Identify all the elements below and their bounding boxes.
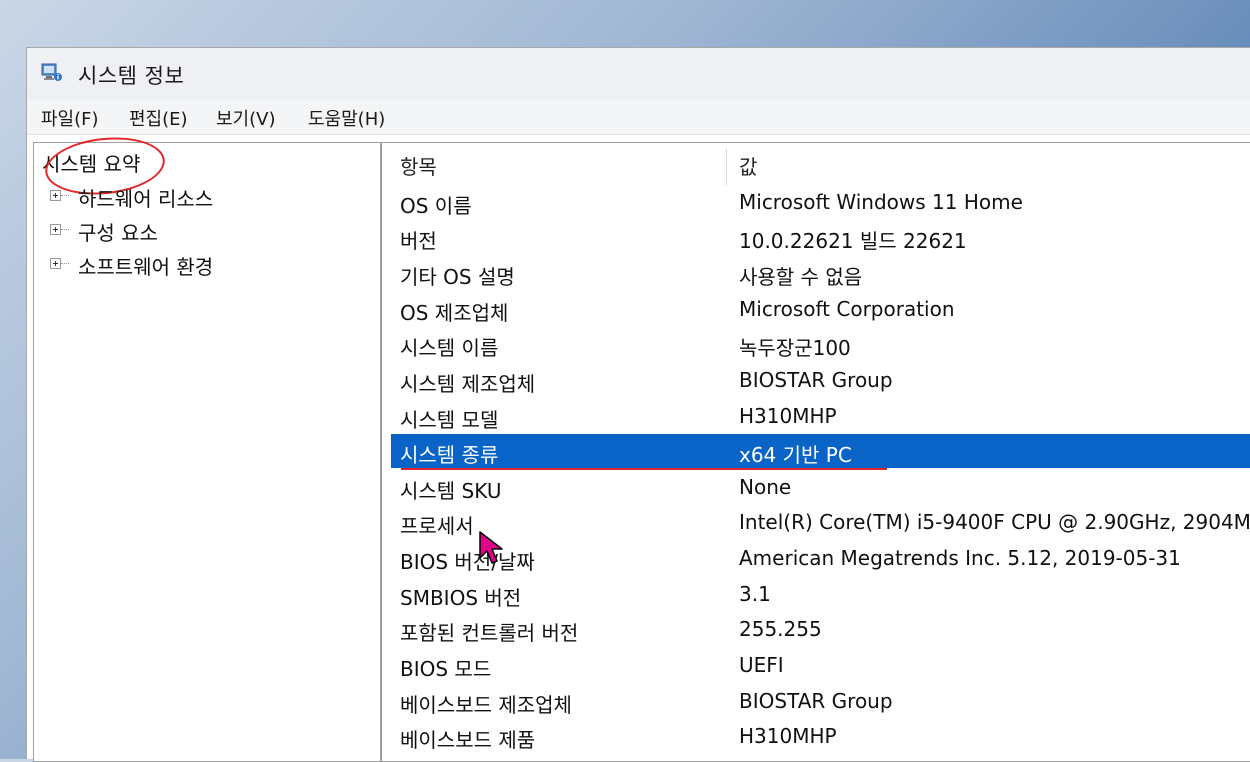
row-value: BIOSTAR Group xyxy=(739,689,893,713)
menu-edit[interactable]: 편집(E) xyxy=(125,105,192,131)
system-info-app-icon xyxy=(41,63,62,81)
title-bar[interactable]: 시스템 정보 xyxy=(27,48,1250,100)
row-key: 시스템 종류 xyxy=(400,443,499,467)
menu-view[interactable]: 보기(V) xyxy=(212,105,279,131)
row-value: 255.255 xyxy=(739,617,822,641)
row-key: OS 제조업체 xyxy=(400,301,509,325)
row-value: 녹두장군100 xyxy=(739,336,851,360)
row-value: Microsoft Corporation xyxy=(739,297,955,321)
table-row[interactable]: OS 제조업체 Microsoft Corporation xyxy=(391,292,1250,326)
column-separator[interactable] xyxy=(726,149,727,185)
details-list: 항목 값 OS 이름 Microsoft Windows 11 Home 버전 … xyxy=(381,142,1250,762)
row-value: H310MHP xyxy=(739,404,837,428)
list-header: 항목 값 xyxy=(382,143,1250,185)
row-key: 시스템 제조업체 xyxy=(400,372,536,396)
column-header-item[interactable]: 항목 xyxy=(400,151,437,180)
expander-plus-icon[interactable] xyxy=(50,190,61,201)
row-value: None xyxy=(739,475,792,499)
tree-connector xyxy=(61,195,69,196)
row-key: SMBIOS 버전 xyxy=(400,586,522,610)
row-key: 시스템 이름 xyxy=(400,336,499,360)
table-row[interactable]: 버전 10.0.22621 빌드 22621 xyxy=(391,220,1250,254)
expander-plus-icon[interactable] xyxy=(50,258,61,269)
tree-connector xyxy=(61,263,69,264)
menu-help[interactable]: 도움말(H) xyxy=(304,105,389,131)
category-tree: 시스템 요약 하드웨어 리소스 구성 요소 소프트웨어 환경 xyxy=(33,131,381,762)
tree-item-label: 소프트웨어 환경 xyxy=(78,255,214,279)
row-key: 포함된 컨트롤러 버전 xyxy=(400,621,579,645)
row-value: x64 기반 PC xyxy=(739,443,852,467)
row-key: 베이스보드 제품 xyxy=(400,728,536,752)
table-row[interactable]: SMBIOS 버전 3.1 xyxy=(391,577,1250,611)
menu-file[interactable]: 파일(F) xyxy=(37,105,103,131)
table-row[interactable]: 시스템 제조업체 BIOSTAR Group xyxy=(391,363,1250,397)
table-row[interactable]: 베이스보드 제조업체 BIOSTAR Group xyxy=(391,684,1250,718)
row-value: UEFI xyxy=(739,653,784,677)
row-key: 시스템 SKU xyxy=(400,479,502,503)
row-value: 3.1 xyxy=(739,582,771,606)
table-row[interactable]: 베이스보드 제품 H310MHP xyxy=(391,719,1250,753)
table-row[interactable]: BIOS 모드 UEFI xyxy=(391,648,1250,682)
row-value: BIOSTAR Group xyxy=(739,368,893,392)
menu-bar: 파일(F) 편집(E) 보기(V) 도움말(H) xyxy=(27,100,1250,135)
table-row[interactable]: 기타 OS 설명 사용할 수 없음 xyxy=(391,256,1250,290)
column-header-value[interactable]: 값 xyxy=(739,151,757,180)
row-key: 기타 OS 설명 xyxy=(400,265,515,289)
row-key: BIOS 버전/날짜 xyxy=(400,550,535,574)
row-key: OS 이름 xyxy=(400,194,472,218)
row-key: 버전 xyxy=(400,229,437,253)
table-row[interactable]: 시스템 이름 녹두장군100 xyxy=(391,327,1250,361)
tree-item-label: 하드웨어 리소스 xyxy=(78,187,214,211)
row-value: H310MHP xyxy=(739,724,837,748)
table-row[interactable]: 프로세서 Intel(R) Core(TM) i5-9400F CPU @ 2.… xyxy=(391,505,1250,539)
row-key: 프로세서 xyxy=(400,514,474,538)
table-row[interactable]: 포함된 컨트롤러 버전 255.255 xyxy=(391,612,1250,646)
tree-connector xyxy=(61,229,69,230)
table-row-selected[interactable]: 시스템 종류 x64 기반 PC xyxy=(391,434,1250,470)
table-row[interactable]: 시스템 모델 H310MHP xyxy=(391,399,1250,433)
tree-item-label: 구성 요소 xyxy=(78,221,158,245)
row-value: Microsoft Windows 11 Home xyxy=(739,190,1023,214)
table-row[interactable]: OS 이름 Microsoft Windows 11 Home xyxy=(391,185,1250,219)
row-key: 베이스보드 제조업체 xyxy=(400,693,572,717)
mouse-cursor-icon xyxy=(479,531,503,564)
table-row[interactable]: BIOS 버전/날짜 American Megatrends Inc. 5.12… xyxy=(391,541,1250,575)
row-key: BIOS 모드 xyxy=(400,657,492,681)
tree-item-system-summary[interactable]: 시스템 요약 xyxy=(42,131,168,201)
expander-plus-icon[interactable] xyxy=(50,224,61,235)
system-info-window: 시스템 정보 파일(F) 편집(E) 보기(V) 도움말(H) 시스템 요약 하… xyxy=(26,47,1250,762)
row-key: 시스템 모델 xyxy=(400,408,499,432)
row-value: American Megatrends Inc. 5.12, 2019-05-3… xyxy=(739,546,1181,570)
window-title: 시스템 정보 xyxy=(78,64,185,88)
table-row[interactable]: 시스템 SKU None xyxy=(391,470,1250,504)
row-value: 10.0.22621 빌드 22621 xyxy=(739,229,967,253)
row-value: 사용할 수 없음 xyxy=(739,265,863,289)
row-value: Intel(R) Core(TM) i5-9400F CPU @ 2.90GHz… xyxy=(739,510,1250,534)
